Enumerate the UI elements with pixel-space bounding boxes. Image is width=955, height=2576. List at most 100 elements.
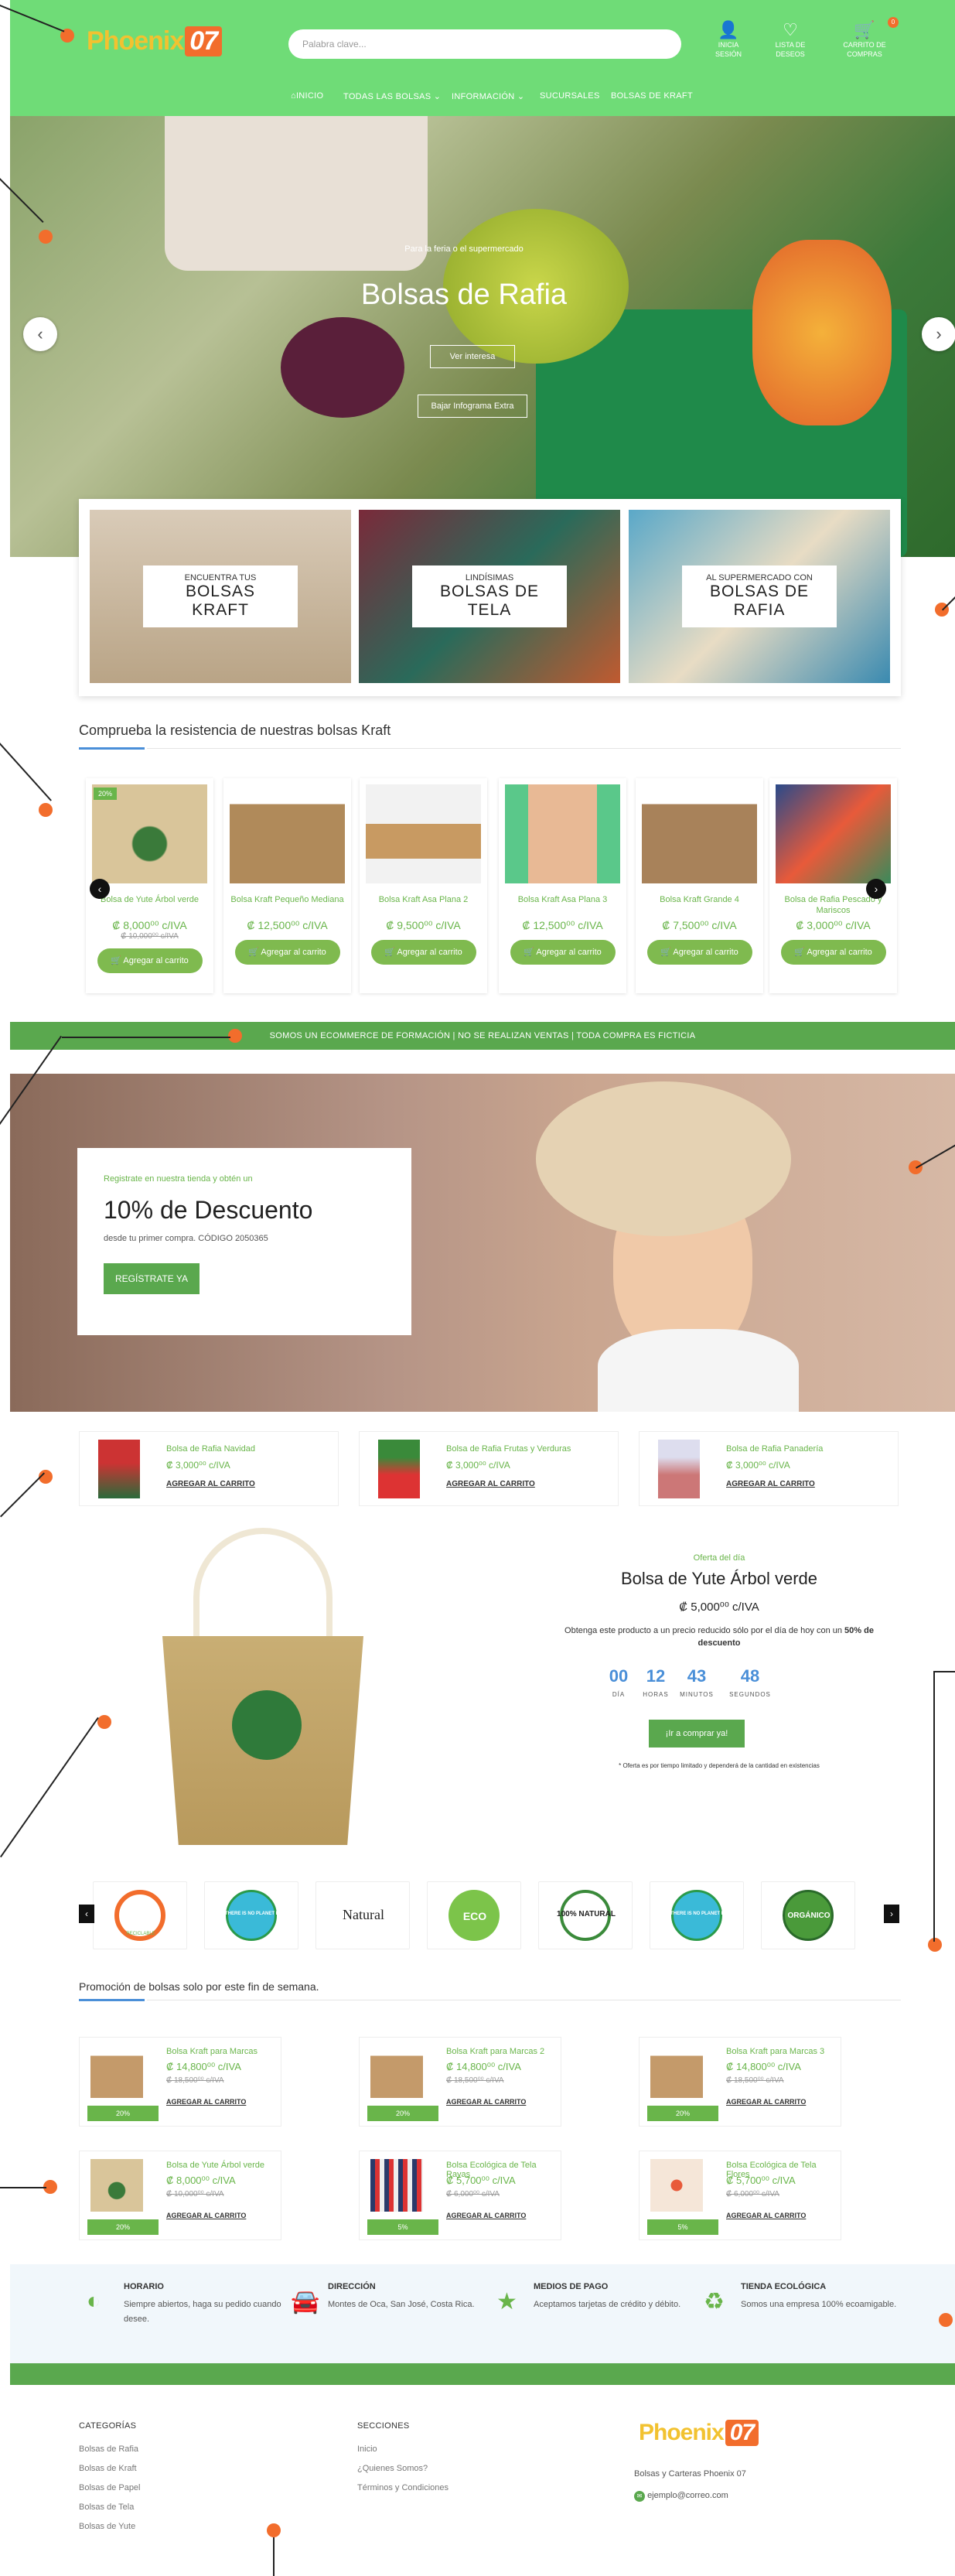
footer-link[interactable]: Bolsas de Kraft [79,2464,141,2473]
footer-link[interactable]: Bolsas de Tela [79,2503,141,2512]
product-image [230,784,345,883]
brand-logo[interactable]: ECO [427,1881,521,1949]
search-input[interactable]: Palabra clave... [288,29,681,59]
add-to-cart-link[interactable]: AGREGAR AL CARRITO [446,1480,535,1488]
chevron-left-icon: ‹ [97,883,102,895]
star-icon: ★ [496,2289,517,2315]
hero-secondary-button[interactable]: Bajar Infograma Extra [418,395,527,418]
title-underline [79,747,145,750]
add-to-cart-link[interactable]: AGREGAR AL CARRITO [726,2212,806,2219]
add-to-cart-button[interactable]: 🛒 Agregar al carrito [234,940,340,965]
add-to-cart-button[interactable]: 🛒 Agregar al carrito [780,940,886,965]
discount-badge: 20% [94,787,118,800]
add-to-cart-button[interactable]: 🛒 Agregar al carrito [646,940,752,965]
home-icon: ⌂ [291,91,296,101]
category-tela[interactable]: LINDÍSIMAS BOLSAS DE TELA [359,510,620,683]
annotation-dot [928,1938,942,1952]
add-to-cart-link[interactable]: AGREGAR AL CARRITO [166,2212,246,2219]
tree-print [232,1690,302,1760]
chevron-left-icon: ‹ [85,1908,88,1919]
footer-link[interactable]: Bolsas de Papel [79,2483,141,2492]
product-card[interactable]: Bolsa Kraft Grande 4 ₡ 7,500⁰⁰ c/IVA 🛒 A… [636,778,763,993]
heart-icon: ♡ [783,20,798,39]
annotation-line [273,2537,275,2576]
annotation-line [935,1671,955,1672]
cart-count-badge: 0 [888,17,899,28]
weekend-product[interactable]: 5% Bolsa Ecológica de Tela Rayas ₡ 5,700… [359,2151,561,2240]
weekend-product[interactable]: 20% Bolsa Kraft para Marcas ₡ 14,800⁰⁰ c… [79,2037,281,2127]
countdown-minutes: 43 MINUTOS [680,1666,714,1698]
footer-link[interactable]: Inicio [357,2444,449,2454]
footer-logo[interactable]: Phoenix 07 [639,2420,759,2446]
hero-slider [10,116,955,557]
countdown-seconds: 48 SEGUNDOS [729,1666,771,1698]
footer-green-bar [10,2363,955,2385]
brands-next[interactable]: › [884,1905,899,1923]
nav-info[interactable]: INFORMACIÓN ⌄ [452,91,524,101]
add-to-cart-button[interactable]: 🛒 Agregar al carrito [370,940,476,965]
brand-logo[interactable]: Natural [315,1881,410,1949]
login-link[interactable]: 👤 INICIA SESIÓN [705,20,752,59]
product-card[interactable]: Bolsa Kraft Asa Plana 3 ₡ 12,500⁰⁰ c/IVA… [499,778,626,993]
add-to-cart-button[interactable]: 🛒 Agregar al carrito [510,940,616,965]
product-image [366,784,481,883]
footer-email[interactable]: ✉ ejemplo@correo.com [634,2491,728,2502]
weekend-product[interactable]: 5% Bolsa Ecológica de Tela Flores ₡ 5,70… [639,2151,841,2240]
hero-prev-arrow[interactable]: ‹ [23,317,57,351]
weekend-product[interactable]: 20% Bolsa Kraft para Marcas 3 ₡ 14,800⁰⁰… [639,2037,841,2127]
annotation-dot [39,230,53,244]
cart-link[interactable]: 🛒 CARRITO DE COMPRAS [841,20,888,59]
annotation-dot [39,803,53,817]
category-kraft[interactable]: ENCUENTRA TUS BOLSAS KRAFT [90,510,351,683]
footer-link[interactable]: Términos y Condiciones [357,2483,449,2492]
hero-primary-button[interactable]: Ver interesa [430,345,515,368]
carousel-next[interactable]: › [866,879,886,899]
brands-prev[interactable]: ‹ [79,1905,94,1923]
footer-link[interactable]: Bolsas de Yute [79,2522,141,2531]
annotation-dot [228,1029,242,1043]
product-card[interactable]: Bolsa Kraft Pequeño Mediana ₡ 12,500⁰⁰ c… [223,778,351,993]
add-to-cart-link[interactable]: AGREGAR AL CARRITO [726,2098,806,2106]
brand-logo[interactable]: RECICLABLE [93,1881,187,1949]
footer-link[interactable]: Bolsas de Rafia [79,2444,141,2454]
site-logo[interactable]: Phoenix 07 [87,26,223,56]
footer-company: Bolsas y Carteras Phoenix 07 [634,2469,746,2479]
hero-pepper-image [752,240,892,425]
add-to-cart-link[interactable]: AGREGAR AL CARRITO [166,2098,246,2106]
brand-logo[interactable]: THERE IS NO PLANET B [650,1881,744,1949]
add-to-cart-link[interactable]: AGREGAR AL CARRITO [726,1480,815,1488]
add-to-cart-link[interactable]: AGREGAR AL CARRITO [446,2098,526,2106]
carousel-prev[interactable]: ‹ [90,879,110,899]
nav-all-bags[interactable]: TODAS LAS BOLSAS ⌄ [343,91,441,101]
brand-logo[interactable]: ORGÁNICO [761,1881,855,1949]
brand-logo[interactable]: THERE IS NO PLANET B [204,1881,298,1949]
product-image [370,2159,423,2212]
weekend-product[interactable]: 20% Bolsa Kraft para Marcas 2 ₡ 14,800⁰⁰… [359,2037,561,2127]
register-button[interactable]: REGÍSTRATE YA [104,1263,200,1294]
hero-next-arrow[interactable]: › [922,317,955,351]
mini-product[interactable]: Bolsa de Rafia Panadería ₡ 3,000⁰⁰ c/IVA… [639,1431,899,1506]
buy-now-button[interactable]: ¡Ir a comprar ya! [649,1720,745,1748]
product-image [378,1440,420,1498]
weekend-product[interactable]: 20% Bolsa de Yute Árbol verde ₡ 8,000⁰⁰ … [79,2151,281,2240]
product-card[interactable]: Bolsa Kraft Asa Plana 2 ₡ 9,500⁰⁰ c/IVA … [360,778,487,993]
footer-link[interactable]: ¿Quienes Somos? [357,2464,449,2473]
annotation-line [0,1717,99,1857]
footer-categories: CATEGORÍAS Bolsas de Rafia Bolsas de Kra… [79,2421,141,2531]
nav-home[interactable]: ⌂INICIO [291,91,323,101]
brand-logo[interactable]: 100% NATURAL [538,1881,633,1949]
wishlist-link[interactable]: ♡ LISTA DE DESEOS [767,20,813,59]
add-to-cart-link[interactable]: AGREGAR AL CARRITO [446,2212,526,2219]
hero-title: Bolsas de Rafia [360,278,568,311]
mini-product[interactable]: Bolsa de Rafia Frutas y Verduras ₡ 3,000… [359,1431,619,1506]
annotation-line [0,2187,46,2188]
nav-kraft[interactable]: BOLSAS DE KRAFT [611,91,693,101]
add-to-cart-button[interactable]: 🛒 Agregar al carrito [97,948,203,973]
woman-shirt-image [598,1329,799,1412]
add-to-cart-link[interactable]: AGREGAR AL CARRITO [166,1480,255,1488]
user-icon: 👤 [718,20,739,39]
category-rafia[interactable]: AL SUPERMERCADO CON BOLSAS DE RAFIA [629,510,890,683]
mini-product[interactable]: Bolsa de Rafia Navidad ₡ 3,000⁰⁰ c/IVA A… [79,1431,339,1506]
car-icon: 🚘 [291,2289,320,2315]
nav-branches[interactable]: SUCURSALES [540,91,600,101]
